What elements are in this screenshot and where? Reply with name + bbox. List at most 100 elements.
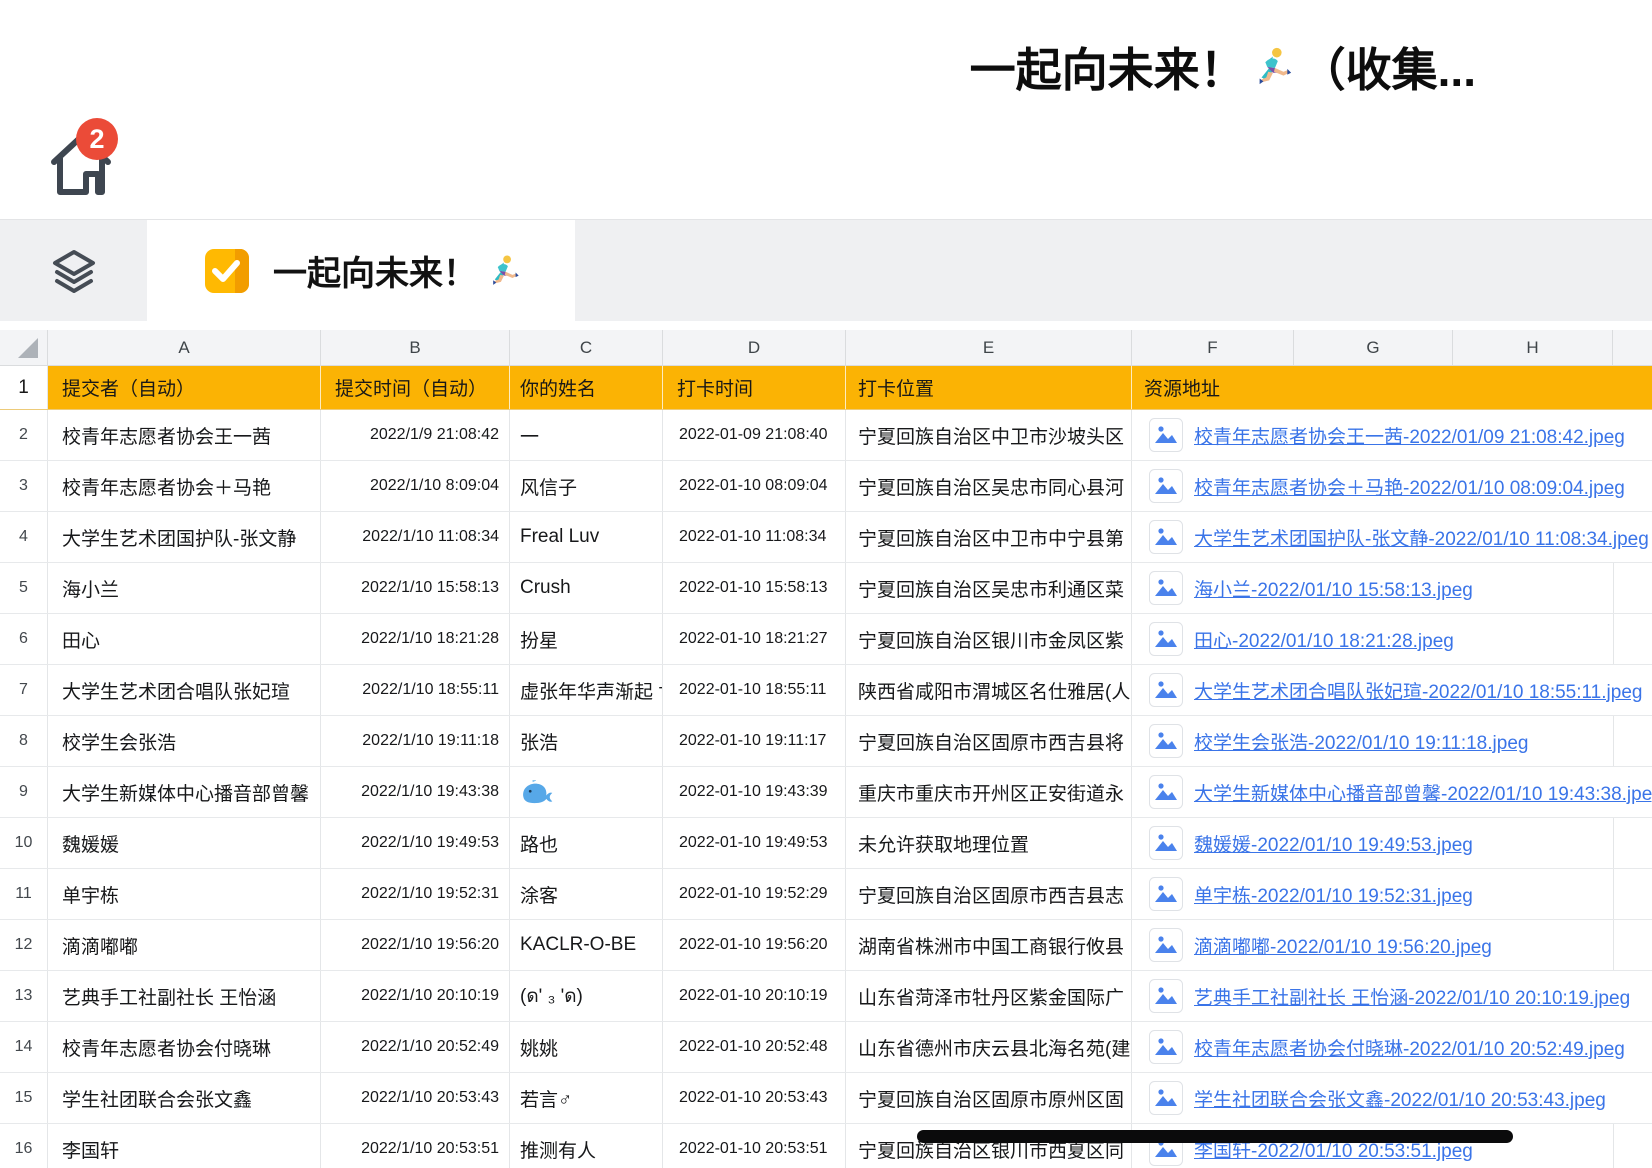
header-cell-submit-time[interactable]: 提交时间（自动）: [321, 366, 510, 409]
cell-submitter[interactable]: 学生社团联合会张文鑫: [48, 1073, 321, 1123]
cell-resource[interactable]: 大学生新媒体中心播音部曾馨-2022/01/10 19:43:38.jpeg: [1132, 767, 1652, 817]
cell-submit-time[interactable]: 2022/1/10 18:21:28: [321, 614, 510, 664]
cell-location[interactable]: 山东省德州市庆云县北海名苑(建: [846, 1022, 1132, 1072]
cell-submit-time[interactable]: 2022/1/10 20:52:49: [321, 1022, 510, 1072]
cell-resource[interactable]: 魏媛媛-2022/01/10 19:49:53.jpeg: [1132, 818, 1652, 868]
resource-link[interactable]: 田心-2022/01/10 18:21:28.jpeg: [1194, 626, 1454, 653]
row-number[interactable]: 6: [0, 614, 48, 664]
cell-name[interactable]: Freal Luv: [510, 512, 663, 562]
cell-submitter[interactable]: 李国轩: [48, 1124, 321, 1168]
cell-submit-time[interactable]: 2022/1/10 19:43:38: [321, 767, 510, 817]
resource-link[interactable]: 滴滴嘟嘟-2022/01/10 19:56:20.jpeg: [1194, 932, 1492, 959]
row-number[interactable]: 8: [0, 716, 48, 766]
cell-resource[interactable]: 单宇栋-2022/01/10 19:52:31.jpeg: [1132, 869, 1652, 919]
cell-checkin-time[interactable]: 2022-01-10 20:53:43: [663, 1073, 846, 1123]
cell-name[interactable]: KACLR-O-BE: [510, 920, 663, 970]
cell-name[interactable]: 张浩: [510, 716, 663, 766]
resource-link[interactable]: 单宇栋-2022/01/10 19:52:31.jpeg: [1194, 881, 1473, 908]
cell-submitter[interactable]: 海小兰: [48, 563, 321, 613]
cell-location[interactable]: 重庆市重庆市开州区正安街道永: [846, 767, 1132, 817]
row-number[interactable]: 16: [0, 1124, 48, 1168]
cell-checkin-time[interactable]: 2022-01-10 08:09:04: [663, 461, 846, 511]
cell-name[interactable]: 涂客: [510, 869, 663, 919]
cell-location[interactable]: 宁夏回族自治区固原市西吉县将: [846, 716, 1132, 766]
active-sheet-tab[interactable]: 一起向未来！: [147, 220, 575, 321]
cell-resource[interactable]: 艺典手工社副社长 王怡涵-2022/01/10 20:10:19.jpeg: [1132, 971, 1652, 1021]
resource-link[interactable]: 大学生艺术团国护队-张文静-2022/01/10 11:08:34.jpeg: [1194, 524, 1649, 551]
cell-submit-time[interactable]: 2022/1/9 21:08:42: [321, 410, 510, 460]
header-cell-checkin-time[interactable]: 打卡时间: [663, 366, 846, 409]
row-number[interactable]: 15: [0, 1073, 48, 1123]
row-number[interactable]: 10: [0, 818, 48, 868]
cell-checkin-time[interactable]: 2022-01-10 19:49:53: [663, 818, 846, 868]
cell-resource[interactable]: 校青年志愿者协会付晓琳-2022/01/10 20:52:49.jpeg: [1132, 1022, 1652, 1072]
header-cell-resource[interactable]: 资源地址: [1132, 366, 1652, 409]
cell-checkin-time[interactable]: 2022-01-10 11:08:34: [663, 512, 846, 562]
cell-location[interactable]: 未允许获取地理位置: [846, 818, 1132, 868]
cell-name[interactable]: 推测有人: [510, 1124, 663, 1168]
row-number[interactable]: 14: [0, 1022, 48, 1072]
cell-submit-time[interactable]: 2022/1/10 18:55:11: [321, 665, 510, 715]
cell-location[interactable]: 湖南省株洲市中国工商银行攸县: [846, 920, 1132, 970]
column-header-h[interactable]: H: [1453, 330, 1613, 365]
cell-submit-time[interactable]: 2022/1/10 20:10:19: [321, 971, 510, 1021]
resource-link[interactable]: 大学生艺术团合唱队张妃瑄-2022/01/10 18:55:11.jpeg: [1194, 677, 1642, 704]
cell-name[interactable]: 虚张年华声渐起 世: [510, 665, 663, 715]
cell-name[interactable]: 风信子: [510, 461, 663, 511]
cell-submitter[interactable]: 大学生艺术团国护队-张文静: [48, 512, 321, 562]
header-cell-submitter[interactable]: 提交者（自动）: [48, 366, 321, 409]
cell-submitter[interactable]: 艺典手工社副社长 王怡涵: [48, 971, 321, 1021]
column-header-e[interactable]: E: [846, 330, 1132, 365]
cell-checkin-time[interactable]: 2022-01-10 19:11:17: [663, 716, 846, 766]
cell-checkin-time[interactable]: 2022-01-10 15:58:13: [663, 563, 846, 613]
column-header-d[interactable]: D: [663, 330, 846, 365]
cell-submitter[interactable]: 校学生会张浩: [48, 716, 321, 766]
cell-resource[interactable]: 学生社团联合会张文鑫-2022/01/10 20:53:43.jpeg: [1132, 1073, 1652, 1123]
row-number[interactable]: 1: [0, 366, 48, 409]
resource-link[interactable]: 校学生会张浩-2022/01/10 19:11:18.jpeg: [1194, 728, 1528, 755]
cell-location[interactable]: 宁夏回族自治区吴忠市同心县河: [846, 461, 1132, 511]
cell-submitter[interactable]: 田心: [48, 614, 321, 664]
resource-link[interactable]: 校青年志愿者协会王一茜-2022/01/09 21:08:42.jpeg: [1194, 422, 1625, 449]
cell-location[interactable]: 宁夏回族自治区中卫市中宁县第: [846, 512, 1132, 562]
cell-name[interactable]: 若言♂: [510, 1073, 663, 1123]
cell-submitter[interactable]: 魏媛媛: [48, 818, 321, 868]
resource-link[interactable]: 魏媛媛-2022/01/10 19:49:53.jpeg: [1194, 830, 1473, 857]
row-number[interactable]: 12: [0, 920, 48, 970]
resource-link[interactable]: 艺典手工社副社长 王怡涵-2022/01/10 20:10:19.jpeg: [1194, 983, 1630, 1010]
cell-submit-time[interactable]: 2022/1/10 11:08:34: [321, 512, 510, 562]
home-button[interactable]: 2: [48, 128, 126, 210]
row-number[interactable]: 13: [0, 971, 48, 1021]
cell-checkin-time[interactable]: 2022-01-10 20:53:51: [663, 1124, 846, 1168]
cell-name[interactable]: Crush: [510, 563, 663, 613]
column-header-partial[interactable]: [1613, 330, 1652, 365]
row-number[interactable]: 7: [0, 665, 48, 715]
cell-name[interactable]: 一: [510, 410, 663, 460]
select-all-corner[interactable]: [0, 330, 48, 365]
cell-submit-time[interactable]: 2022/1/10 20:53:43: [321, 1073, 510, 1123]
cell-location[interactable]: 宁夏回族自治区银川市金凤区紫: [846, 614, 1132, 664]
cell-checkin-time[interactable]: 2022-01-10 18:55:11: [663, 665, 846, 715]
resource-link[interactable]: 校青年志愿者协会＋马艳-2022/01/10 08:09:04.jpeg: [1194, 473, 1625, 500]
cell-resource[interactable]: 海小兰-2022/01/10 15:58:13.jpeg: [1132, 563, 1652, 613]
header-cell-location[interactable]: 打卡位置: [846, 366, 1132, 409]
cell-location[interactable]: 陕西省咸阳市渭城区名仕雅居(人: [846, 665, 1132, 715]
cell-name[interactable]: 路也: [510, 818, 663, 868]
cell-submit-time[interactable]: 2022/1/10 15:58:13: [321, 563, 510, 613]
resource-link[interactable]: 海小兰-2022/01/10 15:58:13.jpeg: [1194, 575, 1473, 602]
resource-link[interactable]: 大学生新媒体中心播音部曾馨-2022/01/10 19:43:38.jpeg: [1194, 779, 1652, 806]
cell-resource[interactable]: 校青年志愿者协会王一茜-2022/01/09 21:08:42.jpeg: [1132, 410, 1652, 460]
row-number[interactable]: 5: [0, 563, 48, 613]
cell-resource[interactable]: 校青年志愿者协会＋马艳-2022/01/10 08:09:04.jpeg: [1132, 461, 1652, 511]
cell-resource[interactable]: 校学生会张浩-2022/01/10 19:11:18.jpeg: [1132, 716, 1652, 766]
cell-submit-time[interactable]: 2022/1/10 19:11:18: [321, 716, 510, 766]
cell-name[interactable]: 姚姚: [510, 1022, 663, 1072]
cell-submitter[interactable]: 校青年志愿者协会付晓琳: [48, 1022, 321, 1072]
header-cell-name[interactable]: 你的姓名: [510, 366, 663, 409]
cell-checkin-time[interactable]: 2022-01-09 21:08:40: [663, 410, 846, 460]
column-header-f[interactable]: F: [1132, 330, 1294, 365]
cell-checkin-time[interactable]: 2022-01-10 20:52:48: [663, 1022, 846, 1072]
cell-submitter[interactable]: 大学生艺术团合唱队张妃瑄: [48, 665, 321, 715]
cell-resource[interactable]: 大学生艺术团国护队-张文静-2022/01/10 11:08:34.jpeg: [1132, 512, 1652, 562]
cell-submit-time[interactable]: 2022/1/10 19:56:20: [321, 920, 510, 970]
